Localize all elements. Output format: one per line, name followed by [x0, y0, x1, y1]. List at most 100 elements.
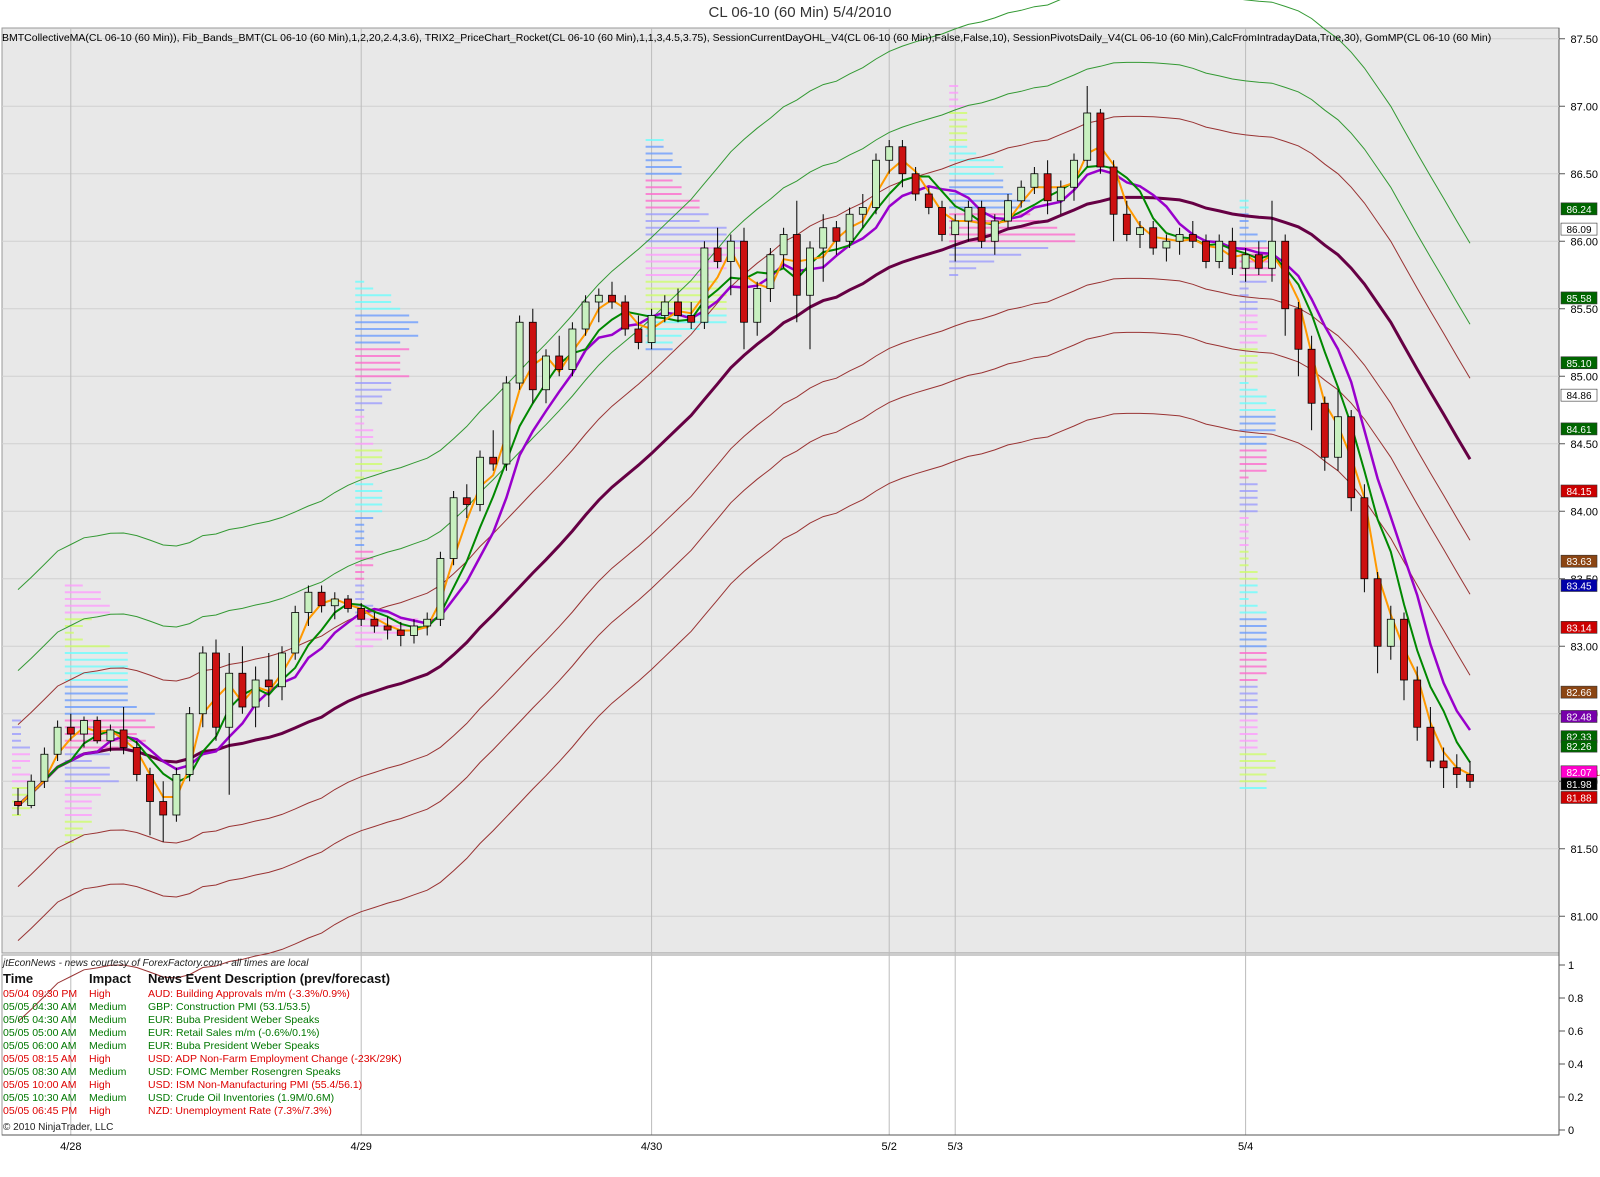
candle-body [687, 315, 696, 323]
price-tag-label: 81.98 [1566, 780, 1591, 791]
candle-body [766, 254, 775, 289]
candle-body [1109, 166, 1118, 215]
candle-body [964, 207, 973, 222]
candle-body [1241, 254, 1250, 269]
price-tag-label: 83.63 [1566, 557, 1591, 568]
candle-body [1452, 767, 1461, 775]
candle-body [1122, 213, 1131, 235]
copyright: © 2010 NinjaTrader, LLC [3, 1122, 114, 1133]
candle-body [1083, 112, 1092, 161]
candle-body [330, 598, 339, 607]
price-tag-label: 84.15 [1566, 487, 1591, 498]
candle-body [1096, 112, 1105, 168]
candle-body [753, 288, 762, 323]
y-tick-label: 87.00 [1570, 101, 1598, 113]
date-label: 5/4 [1238, 1141, 1253, 1153]
news-impact: Medium [89, 1066, 127, 1078]
indicator-list: BMTCollectiveMA(CL 06-10 (60 Min)), Fib_… [2, 32, 1491, 44]
col-description: News Event Description (prev/forecast) [148, 971, 391, 986]
candle-body [911, 173, 920, 195]
candle-body [304, 591, 313, 613]
candle-body [1294, 308, 1303, 350]
news-time: 05/05 06:45 PM [3, 1105, 78, 1117]
candle-body [357, 608, 366, 620]
candle-body [1307, 348, 1316, 404]
price-panel [1, 27, 1560, 954]
candle-body [1413, 679, 1422, 728]
candle-body [1268, 240, 1276, 269]
candle-body [238, 672, 247, 708]
news-time: 05/05 08:30 AM [3, 1066, 77, 1078]
news-impact: High [89, 1105, 111, 1117]
news-impact: High [89, 1053, 111, 1065]
y-tick-label: 86.50 [1570, 169, 1598, 181]
candle-body [53, 726, 62, 755]
candle-body [225, 672, 234, 728]
price-tag-label: 84.86 [1566, 391, 1591, 402]
candle-body [1070, 159, 1078, 188]
y-tick-label: 87.50 [1570, 34, 1598, 46]
col-impact: Impact [89, 971, 131, 986]
candle-body [581, 301, 590, 330]
candle-body [106, 729, 115, 742]
candle-body [568, 328, 577, 370]
candle-body [66, 726, 75, 735]
news-impact: Medium [89, 1014, 127, 1026]
candle-body [660, 301, 669, 316]
candle-body [462, 497, 471, 505]
candle-body [1426, 726, 1435, 762]
candle-body [212, 652, 220, 728]
y-tick-label: 84.00 [1570, 506, 1598, 518]
news-time: 05/05 04:30 AM [3, 1001, 77, 1013]
candle-body [1004, 200, 1012, 222]
candle-body [647, 315, 656, 343]
candle-body [779, 234, 788, 256]
news-impact: Medium [89, 1001, 127, 1013]
news-impact: Medium [89, 1092, 127, 1104]
candle-body [476, 456, 484, 505]
price-tag-label: 82.07 [1566, 768, 1591, 779]
candle-body [1320, 402, 1329, 458]
candle-body [344, 598, 352, 609]
candle-body [792, 234, 801, 296]
candle-body [1254, 254, 1263, 269]
news-time: 05/05 08:15 AM [3, 1053, 77, 1065]
date-label: 5/2 [882, 1141, 897, 1153]
candle-body [621, 301, 630, 330]
candle-body [1175, 234, 1184, 242]
news-impact: Medium [89, 1027, 127, 1039]
candle-body [1162, 240, 1171, 249]
candle-body [700, 247, 709, 323]
candle-body [370, 618, 379, 627]
candle-body [1136, 227, 1144, 235]
news-desc: USD: Crude Oil Inventories (1.9M/0.6M) [148, 1092, 335, 1104]
candle-body [396, 629, 405, 636]
candle-body [594, 294, 603, 303]
candle-body [423, 618, 432, 627]
candle-body [1017, 186, 1026, 202]
candle-body [146, 774, 154, 802]
candle-body [1149, 227, 1158, 249]
candle-body [832, 227, 841, 242]
news-time: 05/05 06:00 AM [3, 1040, 77, 1052]
candle-body [317, 591, 326, 607]
col-time: Time [3, 971, 34, 986]
news-desc: EUR: Buba President Weber Speaks [148, 1040, 320, 1052]
date-label: 4/29 [350, 1141, 371, 1153]
candle-body [1400, 618, 1408, 681]
price-tag-label: 82.66 [1566, 688, 1591, 699]
news-desc: EUR: Buba President Weber Speaks [148, 1014, 320, 1026]
price-tag-label: 82.48 [1566, 712, 1591, 723]
candle-body [80, 720, 88, 735]
candle-body [924, 193, 933, 208]
candle-body [278, 652, 286, 688]
candle-body [251, 679, 260, 708]
candle-body [1188, 234, 1197, 242]
date-label: 4/28 [60, 1141, 81, 1153]
y-tick-label: 83.00 [1570, 641, 1598, 653]
candle-body [819, 227, 828, 249]
news-impact: High [89, 1079, 111, 1091]
news-desc: USD: ISM Non-Manufacturing PMI (55.4/56.… [148, 1079, 363, 1091]
news-desc: GBP: Construction PMI (53.1/53.5) [148, 1001, 311, 1013]
price-tag-label: 85.58 [1566, 294, 1591, 305]
